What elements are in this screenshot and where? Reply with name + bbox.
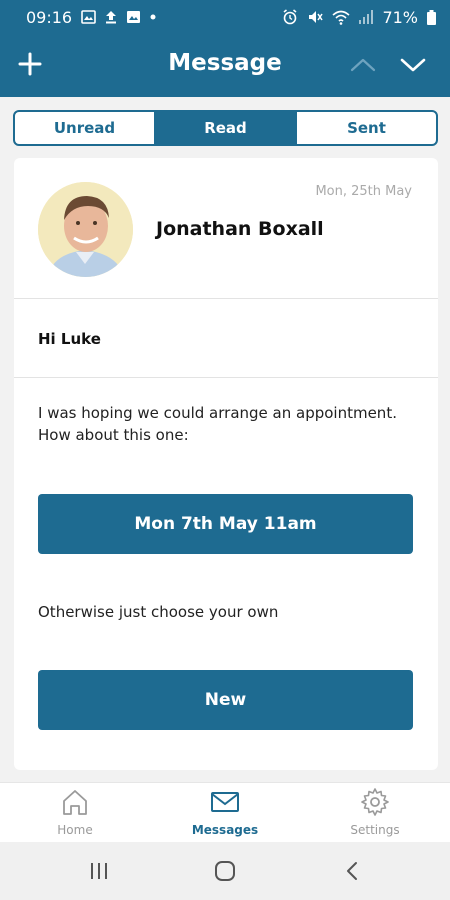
previous-message-button[interactable]	[348, 52, 378, 78]
tab-read[interactable]: Read	[154, 112, 295, 144]
home-icon	[63, 790, 87, 815]
battery-percent: 71%	[382, 7, 418, 27]
nav-settings[interactable]: Settings	[300, 783, 450, 842]
recent-apps-button[interactable]	[86, 858, 112, 884]
nav-home-label: Home	[57, 823, 93, 837]
upload-icon	[105, 10, 117, 24]
signal-icon	[359, 10, 374, 24]
new-appointment-button[interactable]: New	[38, 670, 413, 730]
page-title: Message	[168, 50, 282, 76]
tab-sent[interactable]: Sent	[295, 112, 436, 144]
message-tabs: Unread Read Sent	[13, 110, 438, 146]
status-time: 09:16	[26, 7, 73, 27]
next-message-button[interactable]	[398, 52, 428, 78]
system-home-button[interactable]	[212, 858, 238, 884]
message-card: Mon, 25th May Jonathan Boxall Hi Luke I …	[14, 158, 438, 770]
chevron-down-icon	[400, 58, 426, 72]
envelope-icon	[211, 792, 239, 812]
status-right: 71%	[282, 8, 436, 27]
nav-messages[interactable]: Messages	[150, 783, 300, 842]
wifi-icon	[332, 10, 350, 25]
nav-home[interactable]: Home	[0, 783, 150, 842]
chevron-up-icon	[350, 58, 376, 72]
nav-settings-label: Settings	[350, 823, 400, 837]
message-greeting: Hi Luke	[38, 330, 101, 348]
divider	[14, 377, 438, 378]
alarm-icon	[282, 9, 298, 25]
system-back-button[interactable]	[340, 858, 366, 884]
battery-icon	[427, 9, 436, 25]
status-left: 09:16	[26, 8, 156, 27]
dot-icon	[150, 14, 156, 20]
appointment-button[interactable]: Mon 7th May 11am	[38, 494, 413, 554]
app-header: Message	[0, 34, 450, 97]
divider	[14, 298, 438, 299]
status-bar: 09:16 71%	[0, 0, 450, 34]
gear-icon	[361, 788, 389, 816]
gallery-icon	[81, 10, 96, 24]
bottom-nav: Home Messages Settings	[0, 782, 450, 842]
image-icon	[126, 10, 141, 24]
alternative-text: Otherwise just choose your own	[38, 603, 279, 621]
mute-icon	[307, 9, 324, 25]
sender-name: Jonathan Boxall	[156, 218, 324, 240]
message-body: I was hoping we could arrange an appoint…	[38, 404, 397, 444]
tab-unread[interactable]: Unread	[15, 112, 154, 144]
message-date: Mon, 25th May	[315, 184, 412, 199]
home-circle-icon	[215, 861, 235, 881]
nav-messages-label: Messages	[191, 823, 259, 837]
system-nav-bar	[0, 842, 450, 900]
avatar	[38, 182, 133, 277]
recent-apps-icon	[91, 863, 107, 879]
back-icon	[347, 862, 357, 880]
